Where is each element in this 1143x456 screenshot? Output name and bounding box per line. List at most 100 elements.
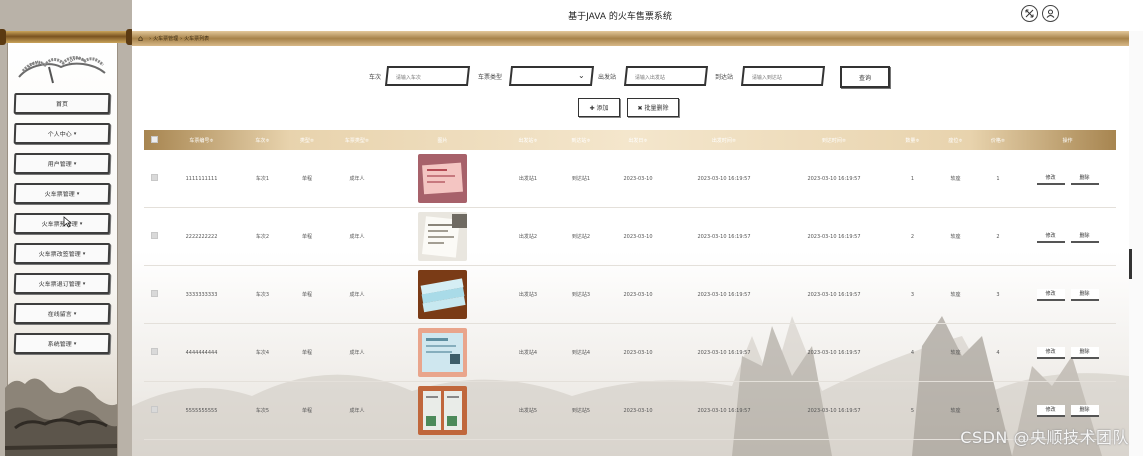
cell-departure-date: 2023-03-10 xyxy=(623,349,653,356)
row-checkbox[interactable] xyxy=(144,174,164,183)
sidebar-item-ticket-refund-management[interactable]: 火车票退订管理 ▾ xyxy=(13,273,111,294)
column-header-ticket-type[interactable]: 车票类型≑ xyxy=(328,137,386,144)
add-button[interactable]: ✚ 添加 xyxy=(578,98,620,117)
ticket-table: 车票编号≑ 车次≑ 类型≑ 车票类型≑ 图片 出发站≑ 到达站≑ 出发日≑ 出发… xyxy=(144,130,1116,440)
ticket-type-select[interactable]: ⌄ xyxy=(508,66,595,86)
cell-arrival: 到达站3 xyxy=(571,292,591,298)
cell-train: 车次2 xyxy=(255,234,270,240)
sidebar-item-personal-center[interactable]: 个人中心 ▾ xyxy=(13,123,111,144)
delete-button[interactable]: 删除 xyxy=(1070,346,1099,359)
cell-ticket-no: 4444444444 xyxy=(185,349,218,356)
row-checkbox[interactable] xyxy=(144,348,164,357)
column-header-price[interactable]: 价格≑ xyxy=(977,137,1019,144)
breadcrumb-separator: › xyxy=(149,35,152,42)
sidebar-item-label: 火车票预管理 xyxy=(41,221,78,228)
user-profile-button[interactable] xyxy=(1042,5,1059,22)
cell-quantity: 2 xyxy=(910,233,915,240)
edit-button[interactable]: 修改 xyxy=(1036,404,1065,417)
cell-price: 2 xyxy=(996,233,1000,240)
edit-button[interactable]: 修改 xyxy=(1036,230,1065,243)
column-header-arrival[interactable]: 到达站≑ xyxy=(557,137,605,144)
cell-quantity: 4 xyxy=(910,349,915,356)
arrival-search-placeholder: 请输入到达站 xyxy=(751,75,782,81)
select-all-checkbox[interactable] xyxy=(144,135,164,145)
checkbox-box xyxy=(150,135,158,143)
column-header-departure-date[interactable]: 出发日≑ xyxy=(605,137,671,144)
departure-search-input[interactable]: 请输入出发站 xyxy=(623,66,709,86)
delete-button[interactable]: 删除 xyxy=(1070,404,1099,417)
cell-image xyxy=(386,386,499,435)
edit-button[interactable]: 修改 xyxy=(1036,346,1065,359)
checkbox-box xyxy=(150,406,158,413)
train-search-placeholder: 请输入车次 xyxy=(395,75,421,81)
cell-departure-date: 2023-03-10 xyxy=(623,407,653,414)
chevron-down-icon: ▾ xyxy=(73,130,77,137)
train-search-input[interactable]: 请输入车次 xyxy=(384,66,471,86)
ticket-photo-image[interactable] xyxy=(418,386,467,435)
fullscreen-button[interactable] xyxy=(1021,5,1038,22)
cell-ticket-no: 1111111111 xyxy=(185,175,218,182)
cell-price: 4 xyxy=(996,349,1000,356)
delete-button[interactable]: 删除 xyxy=(1070,172,1099,185)
cell-train: 车次3 xyxy=(255,292,270,298)
departure-search-placeholder: 请输入出发站 xyxy=(634,75,665,81)
sidebar-item-label: 首页 xyxy=(55,101,69,108)
delete-button[interactable]: 删除 xyxy=(1070,230,1099,243)
row-checkbox[interactable] xyxy=(144,232,164,241)
ticket-photo-image[interactable] xyxy=(418,328,467,377)
breadcrumb-item[interactable]: 火车票管理 xyxy=(153,35,178,42)
column-header-departure-time[interactable]: 出发时间≑ xyxy=(671,137,777,144)
cell-departure-time: 2023-03-10 16:19:57 xyxy=(697,407,751,414)
fullscreen-icon xyxy=(1025,9,1034,18)
sidebar-item-label: 在线留言 xyxy=(47,311,72,318)
sidebar-item-online-message[interactable]: 在线留言 ▾ xyxy=(13,303,111,324)
cell-departure-time: 2023-03-10 16:19:57 xyxy=(697,233,751,240)
cell-image xyxy=(386,212,499,261)
column-header-seat[interactable]: 座位≑ xyxy=(934,137,977,144)
column-header-arrival-time[interactable]: 到达时间≑ xyxy=(777,137,891,144)
row-checkbox[interactable] xyxy=(144,290,164,299)
top-header: 基于JAVA 的火车售票系统 xyxy=(132,0,1143,31)
cell-arrival: 到达站4 xyxy=(571,350,591,356)
table-row: 2222222222 车次2 单程 成年人 出发站2 到达站2 2023-03-… xyxy=(144,208,1116,266)
ticket-type-label: 车票类型 xyxy=(478,74,503,81)
query-button[interactable]: 查询 xyxy=(840,66,890,88)
cell-departure-date: 2023-03-10 xyxy=(623,233,653,240)
search-bar: 车次 请输入车次 车票类型 ⌄ 出发站 请输入出发站 到达站 请输入到达站 查询 xyxy=(132,66,1129,88)
sidebar-item-ticket-management[interactable]: 火车票管理 ▾ xyxy=(13,183,111,204)
sidebar-item-user-management[interactable]: 用户管理 ▾ xyxy=(13,153,111,174)
column-header-ticket-no[interactable]: 车票编号≑ xyxy=(164,137,239,144)
chevron-down-icon: ▾ xyxy=(82,280,86,287)
cell-departure: 出发站5 xyxy=(518,408,538,414)
column-header-quantity[interactable]: 数量≑ xyxy=(891,137,934,144)
page-scrollbar[interactable] xyxy=(1129,31,1143,456)
scrollbar-thumb[interactable] xyxy=(1129,249,1132,279)
batch-delete-button[interactable]: ✖ 批量删除 xyxy=(627,98,679,117)
ticket-photo-image[interactable] xyxy=(418,270,467,319)
edit-button[interactable]: 修改 xyxy=(1036,172,1065,185)
home-icon[interactable]: ⌂ xyxy=(138,34,143,43)
column-header-departure[interactable]: 出发站≑ xyxy=(499,137,557,144)
ticket-photo-image[interactable] xyxy=(418,212,467,261)
cell-actions: 修改 删除 xyxy=(1019,288,1116,301)
ticket-photo-image[interactable] xyxy=(418,154,467,203)
cell-departure: 出发站3 xyxy=(518,292,538,298)
sidebar-item-ticket-change-management[interactable]: 火车票改签管理 ▾ xyxy=(13,243,111,264)
cell-price: 3 xyxy=(996,291,1000,298)
column-header-type[interactable]: 类型≑ xyxy=(286,137,328,144)
cell-actions: 修改 删除 xyxy=(1019,404,1116,417)
sidebar-item-system-management[interactable]: 系统管理 ▾ xyxy=(13,333,111,354)
chevron-down-icon: ▾ xyxy=(73,160,77,167)
arrival-search-input[interactable]: 请输入到达站 xyxy=(740,66,826,86)
row-checkbox[interactable] xyxy=(144,406,164,415)
table-row: 1111111111 车次1 单程 成年人 出发站1 到达站1 2023-03-… xyxy=(144,150,1116,208)
sidebar-item-home[interactable]: 首页 xyxy=(13,93,111,114)
main-content: 车次 请输入车次 车票类型 ⌄ 出发站 请输入出发站 到达站 请输入到达站 查询… xyxy=(132,46,1129,456)
cell-image xyxy=(386,270,499,319)
cell-price: 5 xyxy=(996,407,1000,414)
edit-button[interactable]: 修改 xyxy=(1036,288,1065,301)
column-header-train[interactable]: 车次≑ xyxy=(239,137,286,144)
sidebar-item-ticket-booking-management[interactable]: 火车票预管理 ▾ xyxy=(13,213,111,234)
cell-arrival-time: 2023-03-10 16:19:57 xyxy=(807,175,861,182)
delete-button[interactable]: 删除 xyxy=(1070,288,1099,301)
